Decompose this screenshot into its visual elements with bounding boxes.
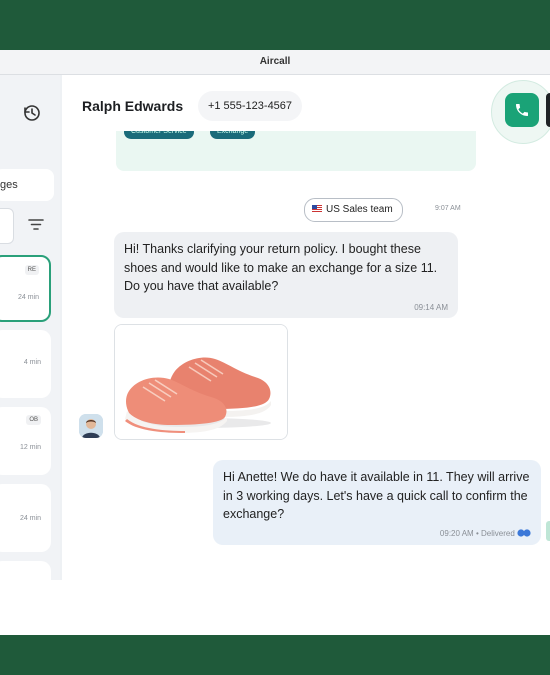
chat-panel: Ralph Edwards +1 555-123-4567 Customer S…	[62, 75, 550, 580]
call-button[interactable]	[505, 93, 539, 127]
bottom-band	[0, 580, 550, 635]
message-meta: 09:20 AM • Delivered	[439, 529, 515, 538]
card-time: 12 min	[19, 444, 41, 451]
avatar	[79, 414, 103, 438]
phone-number[interactable]: +1 555-123-4567	[198, 91, 302, 121]
shoe-picture	[115, 325, 287, 439]
phone-icon	[516, 104, 528, 116]
conversation-list-panel: ges RE 24 min 4 min OB 12 min 24 min	[0, 75, 60, 580]
delivered-icon	[517, 529, 531, 537]
message-time: 09:14 AM	[414, 303, 448, 312]
message-status: 09:20 AM • Delivered	[440, 529, 531, 538]
message-time: 9:07 AM	[435, 205, 461, 212]
conversation-card[interactable]: 4 min	[0, 330, 51, 398]
card-tag: OB	[26, 415, 41, 425]
us-flag-icon	[312, 205, 322, 212]
tag-chip: Customer Service	[124, 131, 194, 139]
team-label: US Sales team	[326, 204, 393, 215]
conversation-card[interactable]	[0, 561, 51, 580]
search-input[interactable]	[0, 208, 14, 244]
conversation-card[interactable]: RE 24 min	[0, 255, 51, 322]
scroll-indicator	[546, 521, 550, 541]
message-text: Hi Anette! We do have it available in 11…	[223, 470, 530, 521]
outgoing-message: Hi Anette! We do have it available in 11…	[213, 460, 541, 545]
message-thread[interactable]: Customer Service Exchange US Sales team …	[62, 131, 550, 580]
window-title: Aircall	[0, 50, 550, 75]
card-time: 24 min	[19, 515, 41, 522]
conversation-card[interactable]: 24 min	[0, 484, 51, 552]
filter-icon[interactable]	[27, 215, 45, 233]
previous-message: Customer Service Exchange	[116, 131, 476, 171]
card-time: 24 min	[17, 294, 39, 301]
team-badge: US Sales team	[304, 198, 403, 222]
card-tag: RE	[24, 265, 39, 275]
more-button[interactable]	[546, 93, 550, 127]
conversation-card[interactable]: OB 12 min	[0, 407, 51, 475]
chat-header: Ralph Edwards +1 555-123-4567	[62, 75, 550, 144]
history-icon[interactable]	[22, 103, 42, 123]
incoming-message: Hi! Thanks clarifying your return policy…	[114, 232, 458, 318]
contact-name: Ralph Edwards	[82, 98, 184, 114]
shoe-image[interactable]	[114, 324, 288, 440]
tag-chip: Exchange	[210, 131, 256, 139]
card-time: 4 min	[23, 359, 41, 366]
messages-tab[interactable]: ges	[0, 169, 54, 201]
message-text: Hi! Thanks clarifying your return policy…	[124, 242, 438, 293]
app-window: Aircall ges RE 24 min 4 min OB 12 min 24…	[0, 50, 550, 580]
